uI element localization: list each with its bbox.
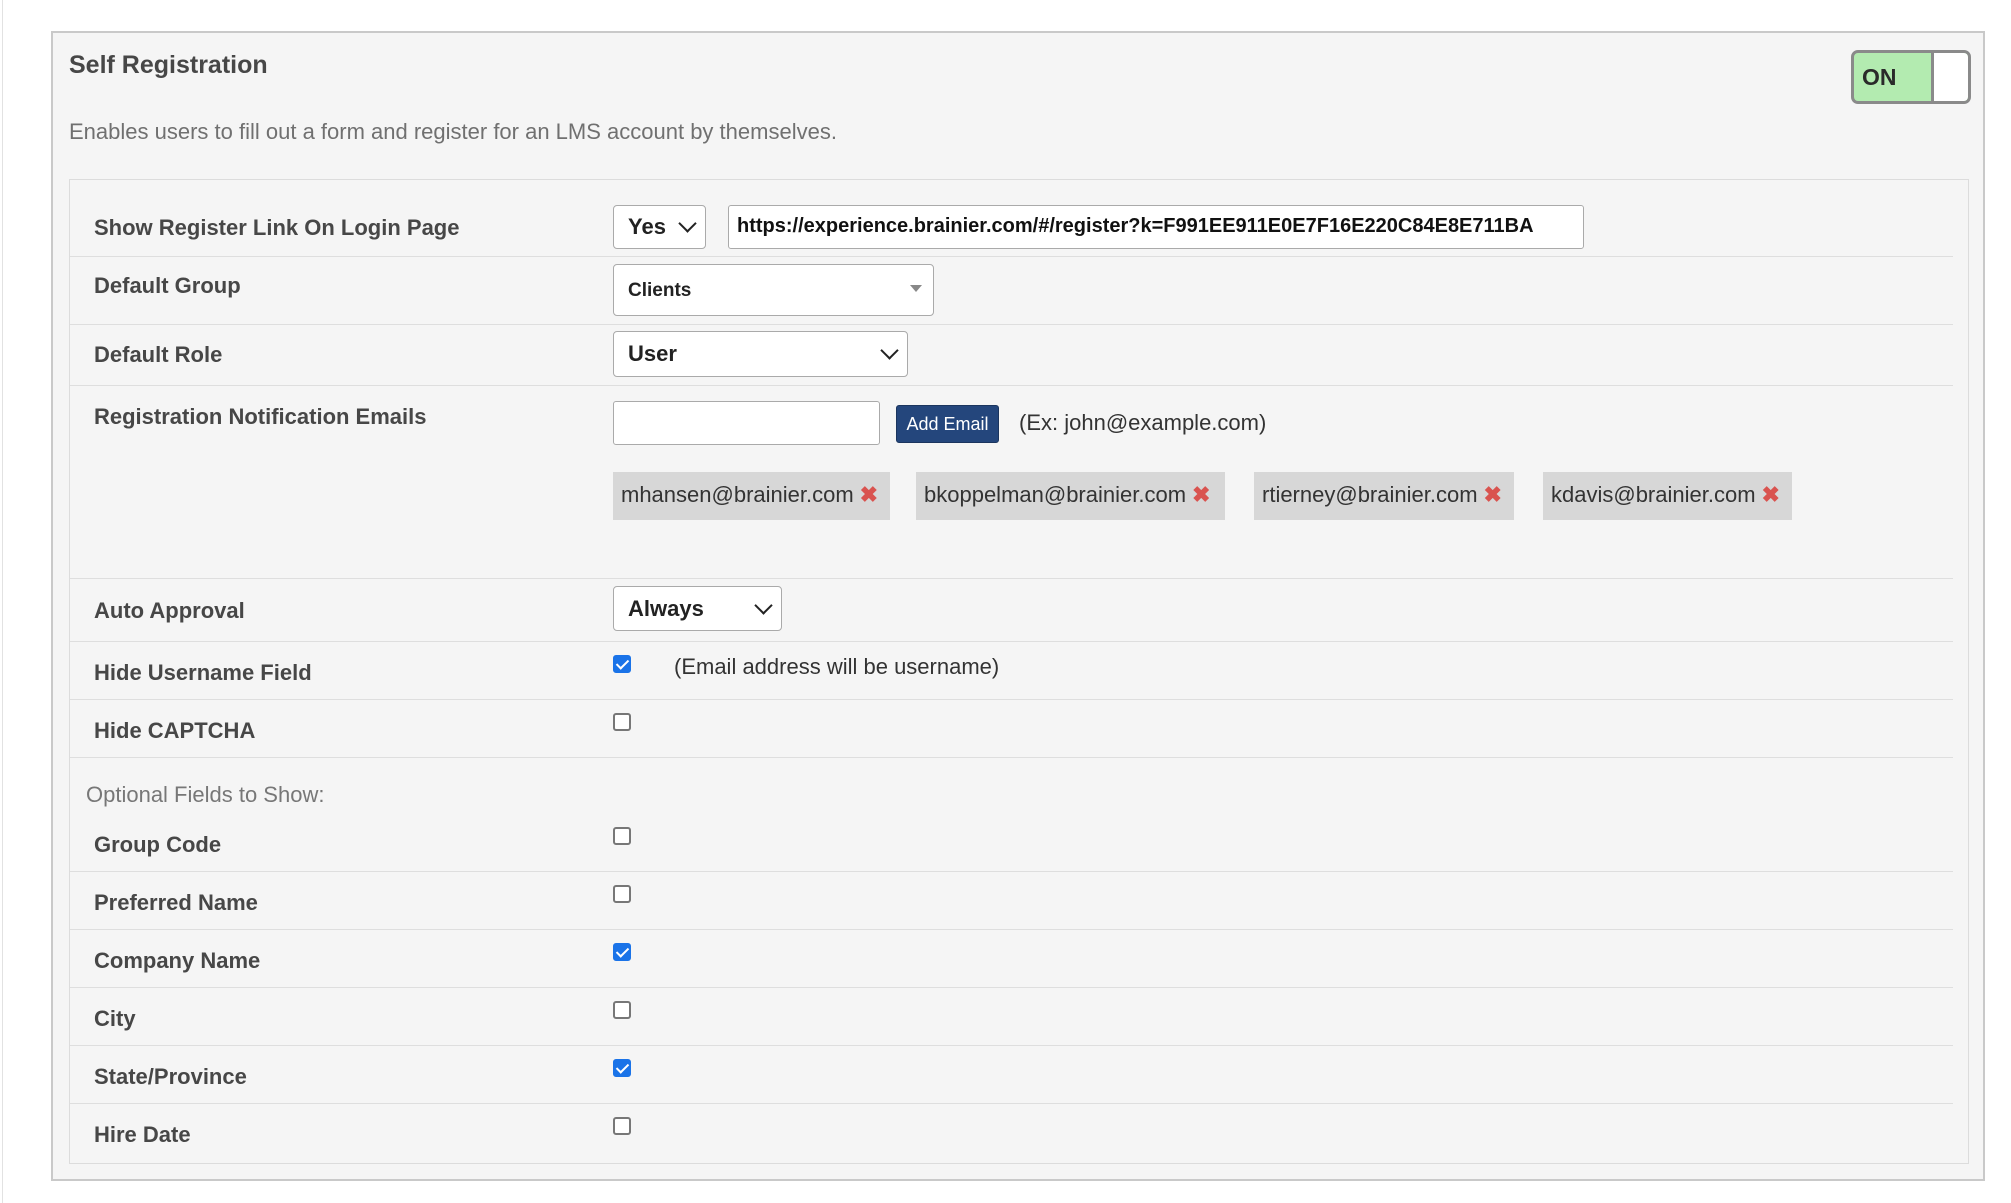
hide-username-checkbox[interactable]: [613, 655, 631, 673]
panel-title: Self Registration: [69, 51, 268, 79]
close-x-icon[interactable]: ✖: [1484, 482, 1502, 507]
hide-username-label: Hide Username Field: [94, 660, 312, 685]
chevron-down-icon: [754, 596, 773, 615]
row-divider: [70, 757, 1953, 758]
city-checkbox[interactable]: [613, 1001, 631, 1019]
row-optional-hire-date: Hire Date: [70, 1104, 1969, 1161]
preferred-name-checkbox[interactable]: [613, 885, 631, 903]
email-tag: rtierney@brainier.com ✖: [1254, 472, 1514, 520]
email-tag-text: kdavis@brainier.com: [1551, 482, 1756, 507]
toggle-knob: [1931, 53, 1968, 101]
row-optional-preferred-name: Preferred Name: [70, 872, 1969, 929]
email-tag: kdavis@brainier.com ✖: [1543, 472, 1792, 520]
default-group-value: Clients: [628, 280, 692, 301]
hire-date-label: Hire Date: [94, 1122, 191, 1147]
add-email-button[interactable]: Add Email: [896, 405, 999, 443]
auto-approval-select[interactable]: Always: [613, 586, 782, 631]
row-optional-company-name: Company Name: [70, 930, 1969, 987]
email-tag-text: rtierney@brainier.com: [1262, 482, 1478, 507]
state-province-checkbox[interactable]: [613, 1059, 631, 1077]
email-tag-text: mhansen@brainier.com: [621, 482, 854, 507]
default-role-label: Default Role: [94, 342, 223, 367]
row-optional-state-province: State/Province: [70, 1046, 1969, 1103]
row-show-register-link: Show Register Link On Login Page Yes htt…: [70, 180, 1969, 256]
default-role-value: User: [628, 341, 677, 366]
default-group-label: Default Group: [94, 273, 241, 298]
group-code-checkbox[interactable]: [613, 827, 631, 845]
email-tag: mhansen@brainier.com ✖: [613, 472, 890, 520]
row-optional-group-code: Group Code: [70, 814, 1969, 871]
dropdown-arrow-icon: [910, 285, 922, 292]
row-optional-city: City: [70, 988, 1969, 1045]
panel-description: Enables users to fill out a form and reg…: [69, 119, 837, 144]
email-tag: bkoppelman@brainier.com ✖: [916, 472, 1225, 520]
row-notification-emails: Registration Notification Emails Add Ema…: [70, 386, 1969, 578]
settings-form: Show Register Link On Login Page Yes htt…: [69, 179, 1969, 1164]
self-registration-toggle[interactable]: ON: [1851, 50, 1971, 104]
preferred-name-label: Preferred Name: [94, 890, 258, 915]
chevron-down-icon: [678, 214, 697, 233]
default-role-select[interactable]: User: [613, 331, 908, 377]
close-x-icon[interactable]: ✖: [860, 482, 878, 507]
notification-emails-label: Registration Notification Emails: [94, 404, 427, 429]
hide-captcha-label: Hide CAPTCHA: [94, 718, 256, 743]
show-register-link-label: Show Register Link On Login Page: [94, 215, 460, 240]
hire-date-checkbox[interactable]: [613, 1117, 631, 1135]
row-default-role: Default Role User: [70, 325, 1969, 385]
row-default-group: Default Group Clients: [70, 257, 1969, 324]
state-province-label: State/Province: [94, 1064, 247, 1089]
row-hide-username: Hide Username Field (Email address will …: [70, 642, 1969, 699]
company-name-checkbox[interactable]: [613, 943, 631, 961]
row-hide-captcha: Hide CAPTCHA: [70, 700, 1969, 757]
hide-captcha-checkbox[interactable]: [613, 713, 631, 731]
group-code-label: Group Code: [94, 832, 222, 857]
email-example-hint: (Ex: john@example.com): [1019, 410, 1267, 435]
default-group-select[interactable]: Clients: [613, 264, 934, 316]
auto-approval-label: Auto Approval: [94, 598, 245, 623]
optional-fields-heading: Optional Fields to Show:: [86, 782, 325, 807]
row-auto-approval: Auto Approval Always: [70, 579, 1969, 641]
auto-approval-value: Always: [628, 596, 704, 621]
show-register-link-select[interactable]: Yes: [613, 205, 706, 249]
register-url-field[interactable]: https://experience.brainier.com/#/regist…: [728, 205, 1584, 249]
company-name-label: Company Name: [94, 948, 261, 973]
notification-email-input[interactable]: [613, 401, 880, 445]
self-registration-panel: Self Registration Enables users to fill …: [51, 31, 1985, 1181]
close-x-icon[interactable]: ✖: [1762, 482, 1780, 507]
hide-username-note: (Email address will be username): [674, 654, 1000, 679]
email-tag-text: bkoppelman@brainier.com: [924, 482, 1187, 507]
toggle-label: ON: [1862, 64, 1897, 90]
close-x-icon[interactable]: ✖: [1192, 482, 1210, 507]
city-label: City: [94, 1006, 136, 1031]
show-register-link-value: Yes: [628, 214, 666, 239]
page-left-border: [2, 0, 3, 1203]
chevron-down-icon: [880, 341, 899, 360]
